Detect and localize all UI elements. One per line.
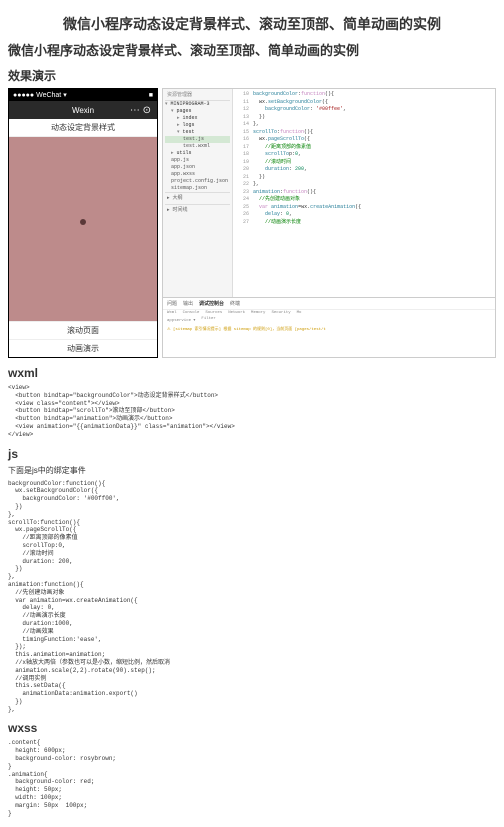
phone-header-title: Wexin — [72, 106, 94, 115]
file-testwxml[interactable]: test.wxml — [165, 143, 230, 150]
ide-panel: 资源管理器 MINIPROGRAM-3 pages index logs tes… — [162, 88, 496, 358]
project-root[interactable]: MINIPROGRAM-3 — [165, 101, 230, 108]
console-filter-input[interactable]: Filter — [201, 317, 215, 323]
wxss-heading: wxss — [8, 721, 496, 735]
console-tabs[interactable]: 问题 输出 调试控制台 终端 — [163, 298, 495, 310]
loading-dot — [80, 219, 86, 225]
wxml-heading: wxml — [8, 366, 496, 380]
phone-body — [9, 137, 157, 307]
page-title: 微信小程序动态设定背景样式、滚动至顶部、简单动画的实例 — [8, 14, 496, 34]
phone-header: Wexin ⋯ ⊙ — [9, 101, 157, 119]
phone-section-anim[interactable]: 动画演示 — [9, 339, 157, 357]
subtab-memory[interactable]: Memory — [251, 311, 265, 315]
tree-header: 资源管理器 — [165, 91, 230, 101]
tab-terminal[interactable]: 终端 — [230, 300, 240, 307]
page-subtitle: 微信小程序动态设定背景样式、滚动至顶部、简单动画的实例 — [8, 40, 496, 59]
js-heading: js — [8, 447, 496, 461]
folder-utils[interactable]: utils — [165, 150, 230, 157]
file-projectconfig[interactable]: project.config.json — [165, 178, 230, 185]
demo-label: 效果演示 — [8, 67, 496, 84]
file-sitemap[interactable]: sitemap.json — [165, 185, 230, 192]
console-filter[interactable]: appservice ▾ — [167, 317, 195, 323]
wxss-code: .content{ height: 600px; background-colo… — [8, 739, 496, 817]
subtab-network[interactable]: Network — [228, 311, 245, 315]
status-right: ■ — [149, 92, 153, 99]
phone-section-bg[interactable]: 动态设定背景样式 — [9, 119, 157, 137]
ide-top: 资源管理器 MINIPROGRAM-3 pages index logs tes… — [163, 89, 495, 297]
file-appjson[interactable]: app.json — [165, 164, 230, 171]
phone-mockup: ●●●●● WeChat ▾ ■ Wexin ⋯ ⊙ 动态设定背景样式 滚动页面… — [8, 88, 158, 358]
folder-test[interactable]: test — [165, 129, 230, 136]
tree-timeline[interactable]: ▸ 时间线 — [165, 204, 230, 216]
file-appwxss[interactable]: app.wxss — [165, 171, 230, 178]
subtab-more[interactable]: Mo — [297, 311, 302, 315]
console-filter-row: appservice ▾ Filter — [163, 316, 495, 324]
subtab-sources[interactable]: Sources — [205, 311, 222, 315]
console-warning: [sitemap 索引情况提示] 根据 sitemap 的规则[0]，当前页面 … — [163, 324, 495, 334]
file-testjs[interactable]: test.js — [165, 136, 230, 143]
phone-status-bar: ●●●●● WeChat ▾ ■ — [9, 89, 157, 101]
subtab-security[interactable]: Security — [271, 311, 290, 315]
subtab-wxml[interactable]: Wxml — [167, 311, 177, 315]
tree-outline[interactable]: ▸ 大纲 — [165, 192, 230, 204]
phone-bottom: 滚动页面 动画演示 — [9, 321, 157, 357]
ide-console: 问题 输出 调试控制台 终端 Wxml Console Sources Netw… — [163, 297, 495, 357]
code-editor[interactable]: 10backgroundColor:function(){11 wx.setBa… — [233, 89, 495, 297]
phone-section-scroll[interactable]: 滚动页面 — [9, 321, 157, 339]
folder-index[interactable]: index — [165, 115, 230, 122]
tab-problems[interactable]: 问题 — [167, 300, 177, 307]
file-appjs[interactable]: app.js — [165, 157, 230, 164]
js-note: 下面是js中的绑定事件 — [8, 465, 496, 476]
tab-output[interactable]: 输出 — [183, 300, 193, 307]
screenshot-row: ●●●●● WeChat ▾ ■ Wexin ⋯ ⊙ 动态设定背景样式 滚动页面… — [8, 88, 496, 358]
folder-logs[interactable]: logs — [165, 122, 230, 129]
folder-pages[interactable]: pages — [165, 108, 230, 115]
file-tree[interactable]: 资源管理器 MINIPROGRAM-3 pages index logs tes… — [163, 89, 233, 297]
subtab-console[interactable]: Console — [183, 311, 200, 315]
js-code: backgroundColor:function(){ wx.setBackgr… — [8, 480, 496, 714]
menu-icon[interactable]: ⋯ ⊙ — [130, 105, 151, 116]
status-left: ●●●●● WeChat ▾ — [13, 91, 67, 99]
wxml-code: <view> <button bindtap="backgroundColor"… — [8, 384, 496, 439]
tab-debug[interactable]: 调试控制台 — [199, 300, 224, 307]
